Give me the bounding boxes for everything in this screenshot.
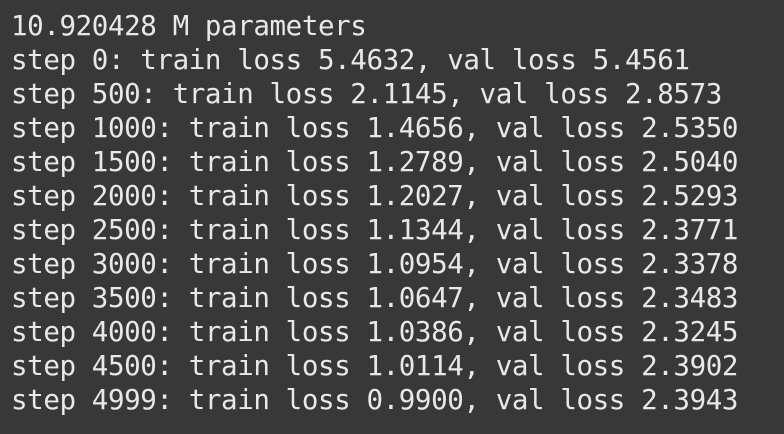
training-log-line: step 1000: train loss 1.4656, val loss 2… <box>11 112 739 144</box>
training-log-line: step 2500: train loss 1.1344, val loss 2… <box>11 214 739 246</box>
parameter-count-line: 10.920428 M parameters <box>11 10 367 42</box>
training-log-line: step 1500: train loss 1.2789, val loss 2… <box>11 146 739 178</box>
training-log-line: step 3000: train loss 1.0954, val loss 2… <box>11 248 739 280</box>
training-log-line: step 4000: train loss 1.0386, val loss 2… <box>11 316 739 348</box>
training-log-line: step 4500: train loss 1.0114, val loss 2… <box>11 350 739 382</box>
training-log-line: step 500: train loss 2.1145, val loss 2.… <box>11 78 722 110</box>
training-log-line: step 3500: train loss 1.0647, val loss 2… <box>11 282 739 314</box>
training-log-line: step 2000: train loss 1.2027, val loss 2… <box>11 180 739 212</box>
terminal-output[interactable]: 10.920428 M parameters step 0: train los… <box>0 0 784 434</box>
training-log-line: step 0: train loss 5.4632, val loss 5.45… <box>11 44 690 76</box>
training-log-line: step 4999: train loss 0.9900, val loss 2… <box>11 384 739 416</box>
